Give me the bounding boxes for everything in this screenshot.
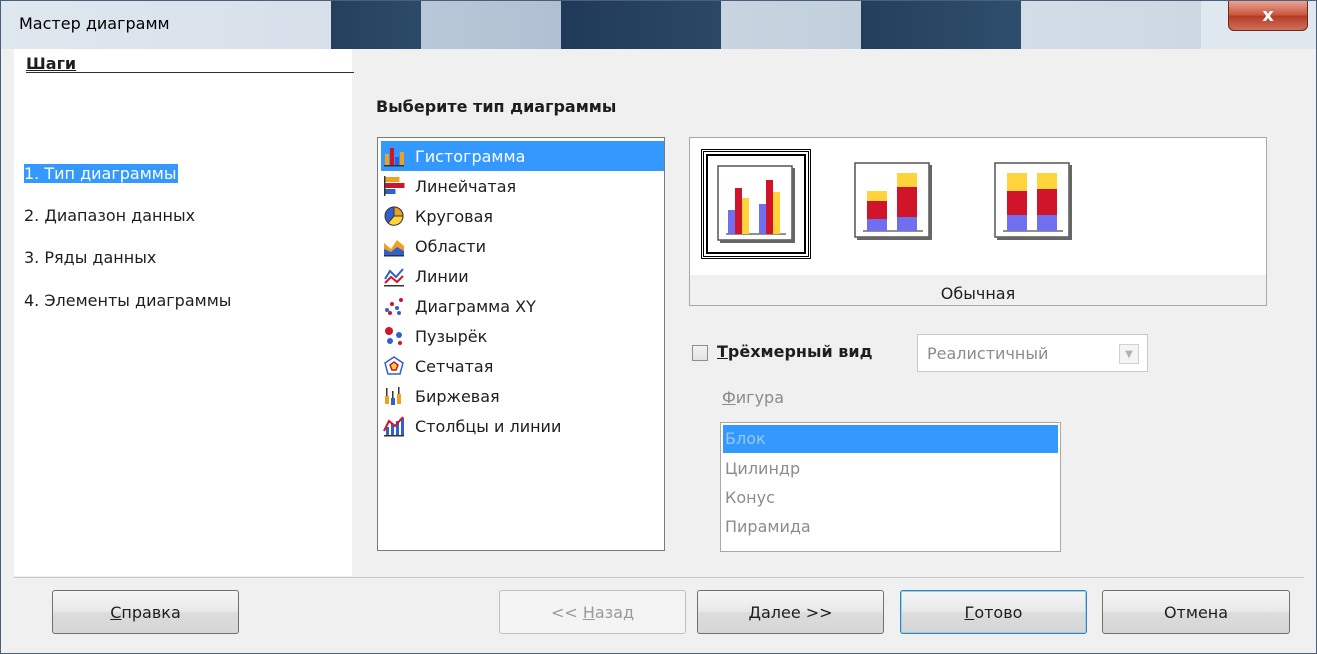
chart-type-label: Гистограмма xyxy=(415,146,526,166)
variant-normal-thumb[interactable] xyxy=(701,149,811,259)
chart-type-label: Области xyxy=(415,236,487,256)
chart-type-label: Столбцы и линии xyxy=(415,416,562,436)
line-chart-icon xyxy=(384,268,404,287)
chart-type-list[interactable]: Гистограмма Линейчатая Круговая Области … xyxy=(377,137,665,551)
three-d-checkbox[interactable] xyxy=(692,345,708,361)
steps-panel xyxy=(14,49,352,576)
steps-divider xyxy=(26,72,354,73)
finish-button[interactable]: Готово xyxy=(900,590,1087,634)
chart-type-item-area[interactable]: Области xyxy=(381,231,664,261)
normal-column-icon xyxy=(717,165,795,243)
chart-type-label: Линии xyxy=(415,266,469,286)
variant-stacked-thumb[interactable] xyxy=(841,149,951,259)
chart-type-item-pie[interactable]: Круговая xyxy=(381,201,664,231)
xy-scatter-icon xyxy=(385,298,403,315)
title-bar[interactable]: Мастер диаграмм x xyxy=(1,1,1316,49)
steps-heading: Шаги xyxy=(26,54,77,73)
footer-divider xyxy=(14,577,1304,578)
bubble-chart-icon xyxy=(385,327,402,345)
three-d-style-value: Реалистичный xyxy=(927,344,1049,363)
shape-item-pyramid[interactable]: Пирамида xyxy=(723,513,1058,541)
shape-list[interactable]: Блок Цилиндр Конус Пирамида xyxy=(720,422,1061,552)
three-d-label-text: рёхмерный вид xyxy=(727,342,873,361)
chart-type-item-bar[interactable]: Линейчатая xyxy=(381,171,664,201)
back-button[interactable]: << Назад xyxy=(499,590,686,634)
chart-variant-panel: Обычная xyxy=(689,137,1267,306)
pie-chart-icon xyxy=(384,206,404,226)
step-chart-elements[interactable]: 4. Элементы диаграммы xyxy=(24,291,231,310)
bar-chart-icon xyxy=(384,176,405,196)
percent-stacked-column-icon xyxy=(994,162,1072,240)
step-data-range[interactable]: 2. Диапазон данных xyxy=(24,206,195,225)
chart-type-item-stock[interactable]: Биржевая xyxy=(381,381,664,411)
three-d-label-mnemonic: Т xyxy=(717,342,728,361)
next-text: алее >> xyxy=(760,602,833,622)
chart-type-item-column[interactable]: Гистограмма xyxy=(381,141,664,171)
back-prefix: << xyxy=(550,602,583,622)
chart-type-label: Сетчатая xyxy=(415,356,494,376)
shape-item-cylinder[interactable]: Цилиндр xyxy=(723,455,1058,483)
chart-type-item-column-line[interactable]: Столбцы и линии xyxy=(381,411,664,441)
chart-type-label: Линейчатая xyxy=(415,176,517,196)
variant-name: Обычная xyxy=(940,284,1016,303)
help-text: правка xyxy=(121,602,181,622)
three-d-label[interactable]: Трёхмерный вид xyxy=(717,342,873,361)
shape-label-text: игура xyxy=(735,388,785,407)
shape-label: Фигура xyxy=(722,388,784,407)
column-line-icon xyxy=(383,416,404,437)
stacked-column-icon xyxy=(854,162,932,240)
close-icon: x xyxy=(1262,5,1274,26)
chart-wizard-dialog: Мастер диаграмм x Шаги 1. Тип диаграммы … xyxy=(0,0,1317,654)
back-mnemonic: Н xyxy=(582,602,595,622)
chart-type-label: Круговая xyxy=(415,206,494,226)
cancel-button[interactable]: Отмена xyxy=(1102,590,1290,634)
window-title: Мастер диаграмм xyxy=(19,14,170,33)
finish-text: отово xyxy=(974,602,1023,622)
back-text: азад xyxy=(594,602,635,622)
net-chart-icon xyxy=(384,356,404,375)
help-mnemonic: С xyxy=(110,602,122,622)
chart-type-label: Биржевая xyxy=(415,386,500,406)
shape-item-block[interactable]: Блок xyxy=(723,425,1058,453)
chart-type-item-line[interactable]: Линии xyxy=(381,261,664,291)
chevron-down-icon[interactable]: ▼ xyxy=(1119,344,1139,364)
chart-variant-thumbnails xyxy=(690,138,1266,275)
chart-type-label: Диаграмма XY xyxy=(415,296,536,316)
finish-mnemonic: Г xyxy=(964,602,975,622)
area-chart-icon xyxy=(384,240,404,257)
shape-label-mnemonic: Ф xyxy=(722,388,736,407)
chart-type-label: Пузырёк xyxy=(415,326,488,346)
chart-type-item-net[interactable]: Сетчатая xyxy=(381,351,664,381)
step-data-series[interactable]: 3. Ряды данных xyxy=(24,248,156,267)
next-button[interactable]: Далее >> xyxy=(697,590,884,634)
column-chart-icon xyxy=(384,148,404,167)
three-d-style-select[interactable]: Реалистичный ▼ xyxy=(917,334,1148,372)
variant-percent-stacked-thumb[interactable] xyxy=(981,149,1091,259)
close-button[interactable]: x xyxy=(1228,1,1308,31)
shape-item-cone[interactable]: Конус xyxy=(723,484,1058,512)
stock-chart-icon xyxy=(385,387,401,405)
chart-type-item-xy[interactable]: Диаграмма XY xyxy=(381,291,664,321)
next-mnemonic: Д xyxy=(748,602,761,622)
help-button[interactable]: Справка xyxy=(52,590,239,634)
step-chart-type[interactable]: 1. Тип диаграммы xyxy=(24,164,179,183)
chart-type-item-bubble[interactable]: Пузырёк xyxy=(381,321,664,351)
choose-chart-type-heading: Выберите тип диаграммы xyxy=(376,97,617,116)
